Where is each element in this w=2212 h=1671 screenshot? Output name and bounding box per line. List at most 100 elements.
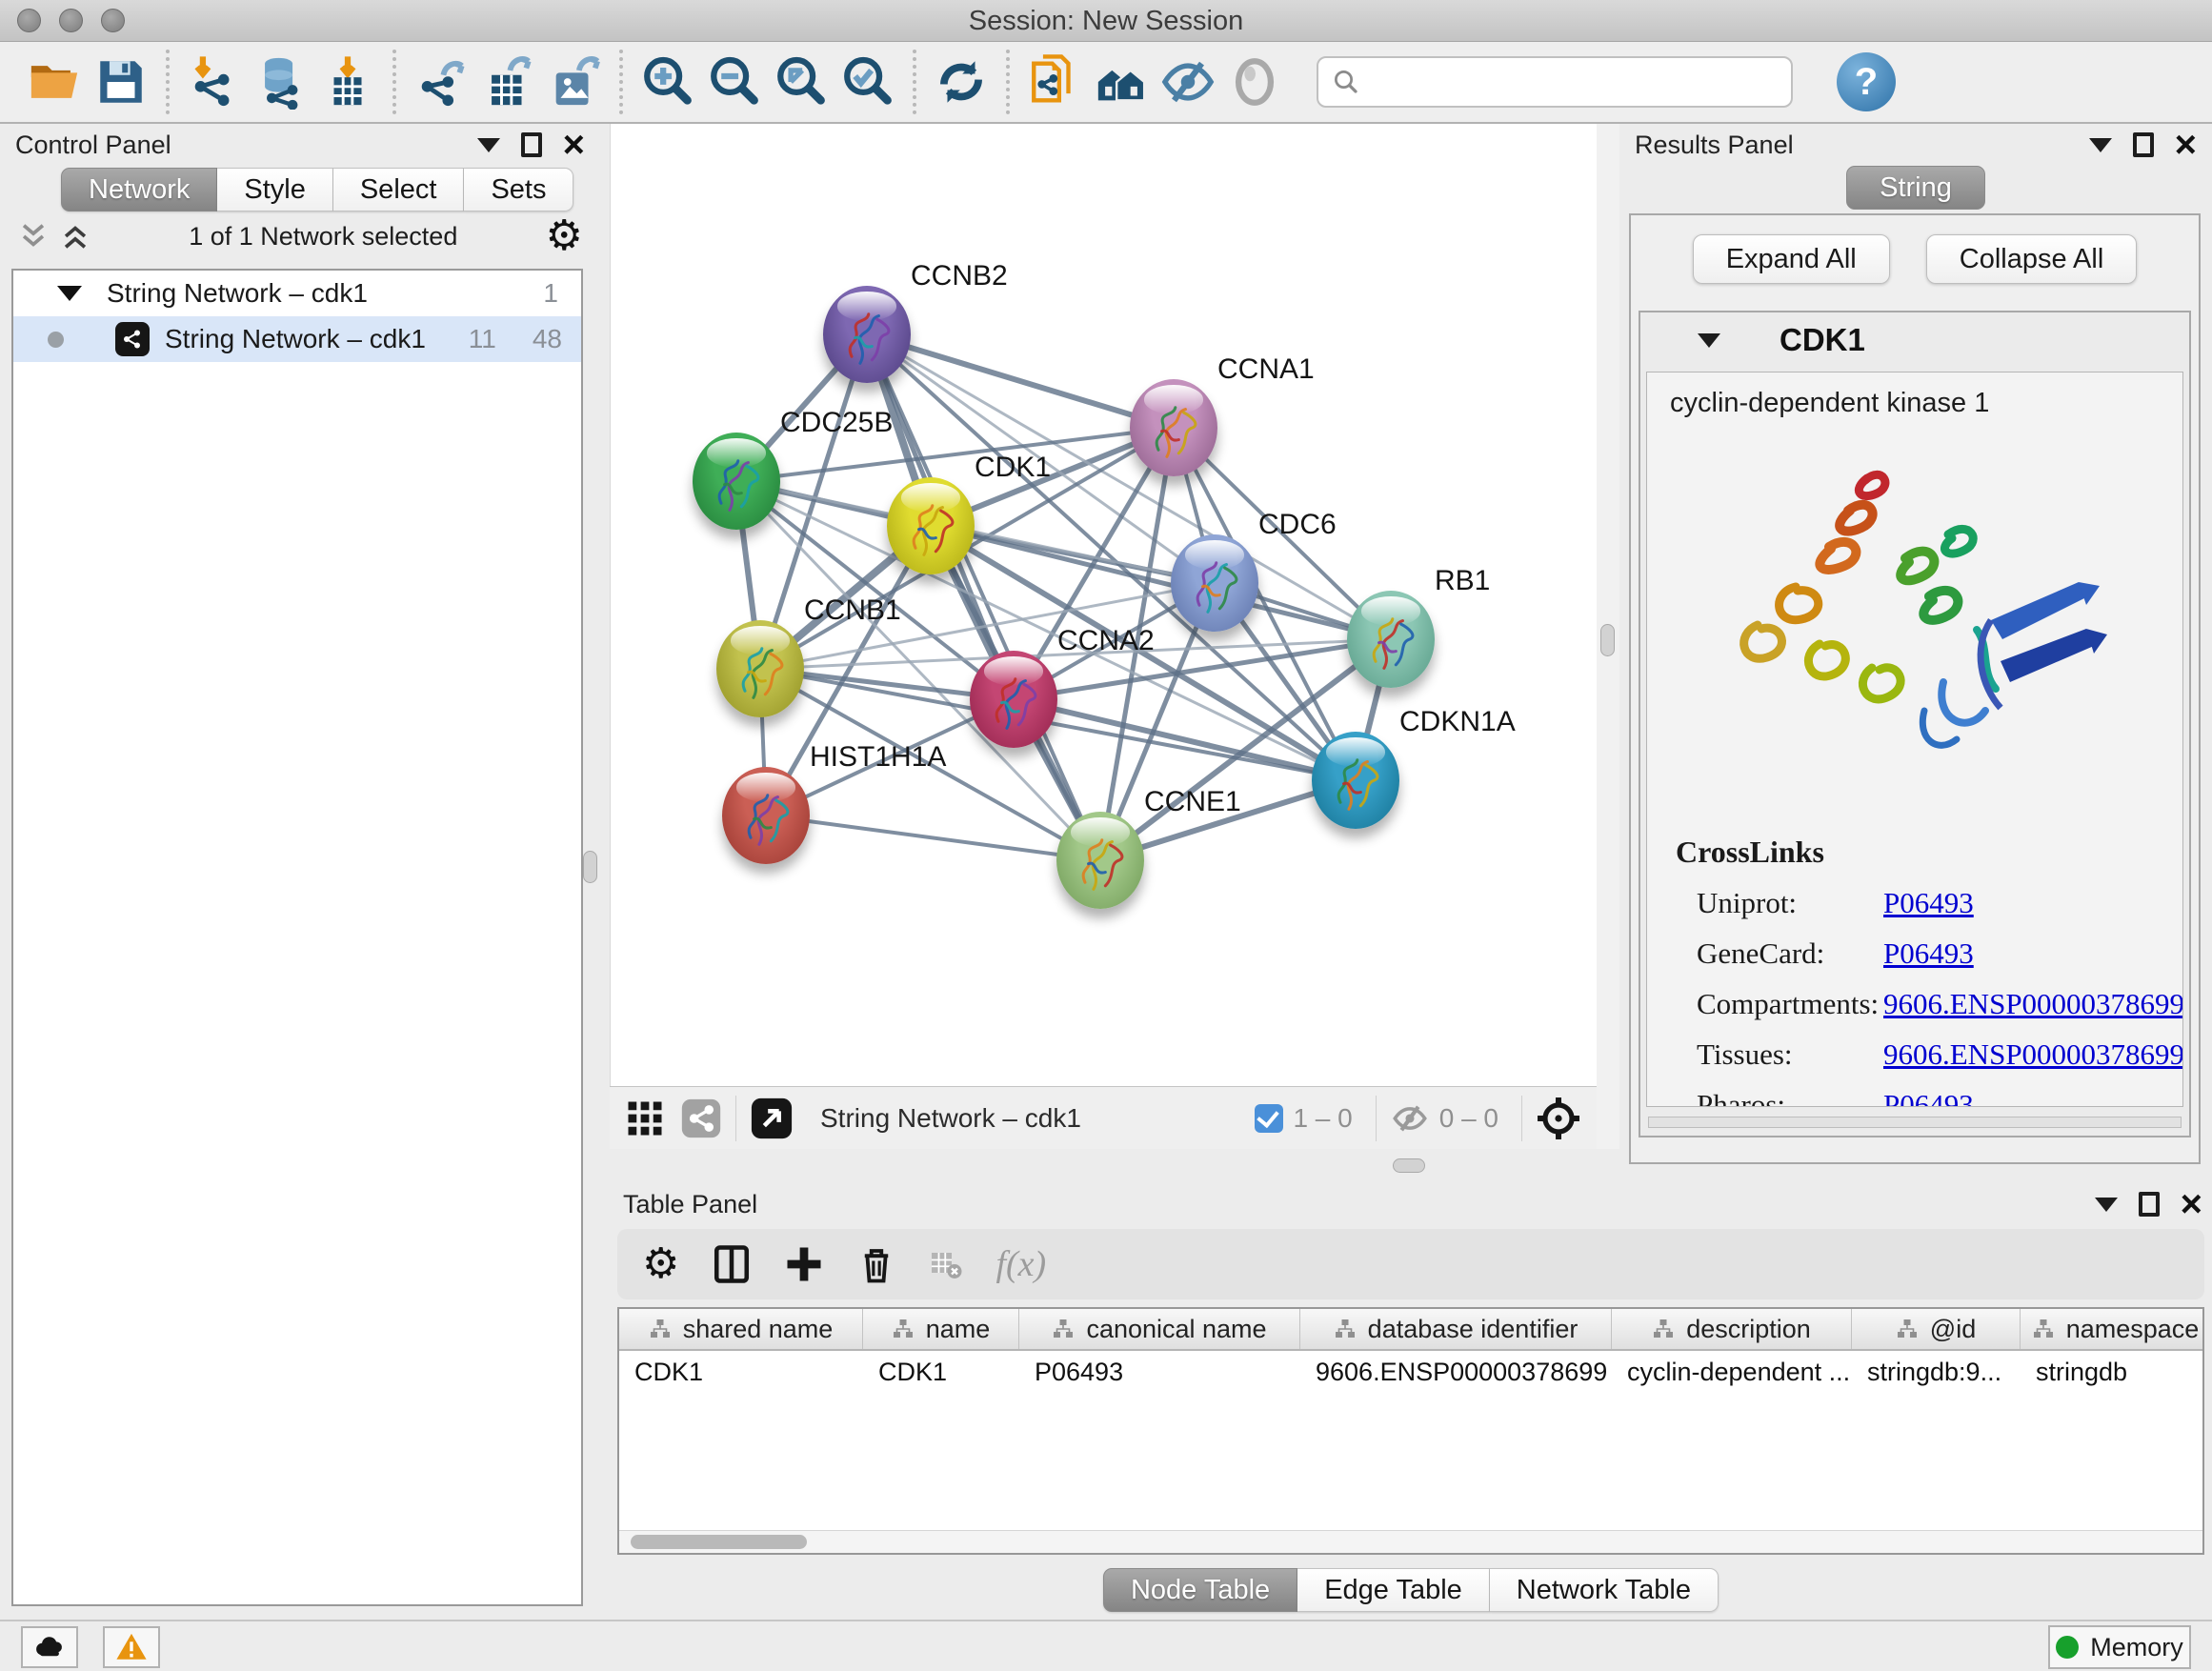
toolbar-search[interactable] [1317,56,1793,108]
network-node-CCNE1[interactable] [1056,812,1144,909]
results-scroll-strip[interactable] [1648,1117,2182,1128]
right-splitter-handle[interactable] [1600,624,1615,656]
protein-section-header[interactable]: CDK1 [1640,312,2189,368]
network-options-gear-icon[interactable]: ⚙ [546,215,583,257]
table-options-gear-icon[interactable]: ⚙ [642,1243,679,1285]
crosslink-value-link[interactable]: P06493 [1883,886,1974,920]
crosslink-value-link[interactable]: P06493 [1883,1088,1974,1107]
network-canvas[interactable]: CCNB2CCNA1CDC25BCDK1CDC6RB1CCNB1CCNA2CDK… [610,124,1597,1086]
tab-node-table[interactable]: Node Table [1103,1568,1297,1612]
network-node-CDC6[interactable] [1171,534,1258,632]
panel-float-icon[interactable] [2133,132,2154,157]
bottom-splitter-handle[interactable] [1393,1158,1425,1173]
network-node-CDKN1A[interactable] [1312,732,1399,829]
expand-all-button[interactable]: Expand All [1693,234,1890,284]
tab-string[interactable]: String [1846,166,1985,210]
panel-float-icon[interactable] [521,132,542,157]
panel-close-icon[interactable]: × [563,132,585,157]
column-header-shared-name[interactable]: shared name [619,1309,863,1349]
help-button[interactable]: ? [1837,52,1896,111]
panel-close-icon[interactable]: × [2181,1192,2202,1217]
import-table-button[interactable] [314,48,381,116]
hidden-eye-icon[interactable] [1390,1098,1430,1138]
table-cell: P06493 [1019,1351,1300,1393]
show-columns-icon[interactable] [712,1244,752,1284]
import-network-button[interactable] [181,48,248,116]
warnings-button[interactable] [103,1626,160,1668]
panel-menu-icon[interactable] [2089,138,2112,152]
show-graphics-button[interactable] [1221,48,1288,116]
export-network-button[interactable] [408,48,474,116]
crosslink-value-link[interactable]: P06493 [1883,936,1974,971]
save-session-button[interactable] [88,48,154,116]
expand-all-icon[interactable] [59,220,91,252]
network-node-CDK1[interactable] [887,477,975,574]
apply-layout-button[interactable] [928,48,995,116]
search-input[interactable] [1370,68,1778,97]
column-header-namespace[interactable]: namespace [2021,1309,2204,1349]
export-table-button[interactable] [474,48,541,116]
crosslink-value-link[interactable]: 9606.ENSP00000378699 [1883,987,2183,1021]
panel-menu-icon[interactable] [477,138,500,152]
table-row[interactable]: CDK1CDK1P064939606.ENSP00000378699cyclin… [619,1351,2202,1393]
import-network-from-database-button[interactable] [248,48,314,116]
scrollbar-thumb[interactable] [631,1535,807,1549]
column-header-canonical-name[interactable]: canonical name [1019,1309,1300,1349]
network-node-RB1[interactable] [1347,591,1435,688]
tab-style[interactable]: Style [217,168,332,211]
panel-menu-icon[interactable] [2095,1198,2118,1212]
left-splitter-handle[interactable] [583,851,597,883]
network-node-HIST1H1A[interactable] [722,767,810,864]
tab-network-table[interactable]: Network Table [1490,1568,1719,1612]
export-image-button[interactable] [541,48,608,116]
table-horizontal-scrollbar[interactable] [619,1530,2202,1553]
node-count: 11 [469,324,496,354]
panel-float-icon[interactable] [2139,1192,2160,1217]
tab-network[interactable]: Network [61,168,217,211]
network-node-CCNB1[interactable] [716,620,804,717]
network-share-icon[interactable] [680,1097,722,1139]
section-collapse-icon[interactable] [1698,333,1720,348]
network-node-CCNA2[interactable] [970,651,1057,748]
delete-column-icon[interactable] [856,1244,896,1284]
network-node-CDC25B[interactable] [693,433,780,530]
birdseye-grid-icon[interactable] [625,1098,665,1138]
zoom-in-button[interactable] [634,48,701,116]
open-in-window-icon[interactable] [750,1097,794,1140]
memory-button[interactable]: Memory [2048,1625,2191,1669]
network-edge-CCNB2-CCNA1[interactable] [867,334,1174,428]
selected-checkbox-icon[interactable] [1255,1104,1283,1133]
column-header-name[interactable]: name [863,1309,1019,1349]
column-header-description[interactable]: description [1612,1309,1852,1349]
clone-network-button[interactable] [1021,48,1088,116]
node-structure-thumbnail [724,632,796,708]
network-edge-CCNB2-CCNE1[interactable] [867,334,1100,860]
cloud-status-button[interactable] [21,1626,78,1668]
network-row[interactable]: String Network – cdk1 11 48 [13,316,581,362]
add-column-icon[interactable] [784,1244,824,1284]
string-results-container: Expand All Collapse All CDK1 cyclin-depe… [1629,213,2201,1164]
tree-caret-icon[interactable] [57,286,82,301]
tab-edge-table[interactable]: Edge Table [1297,1568,1490,1612]
column-type-icon [1652,1318,1675,1340]
crosshair-icon[interactable] [1536,1096,1581,1141]
network-collection-row[interactable]: String Network – cdk1 1 [13,271,581,316]
control-panel-tabs: NetworkStyleSelectSets [61,168,600,211]
hide-graphics-button[interactable] [1155,48,1221,116]
column-header-@id[interactable]: @id [1852,1309,2021,1349]
collapse-all-icon[interactable] [17,220,50,252]
column-header-database-identifier[interactable]: database identifier [1300,1309,1612,1349]
tab-select[interactable]: Select [333,168,465,211]
zoom-out-button[interactable] [701,48,768,116]
network-node-CCNA1[interactable] [1130,379,1217,476]
open-session-button[interactable] [21,48,88,116]
crosslink-value-link[interactable]: 9606.ENSP00000378699 [1883,1037,2183,1072]
zoom-fit-button[interactable] [768,48,835,116]
session-home-button[interactable] [1088,48,1155,116]
panel-close-icon[interactable]: × [2175,132,2197,157]
tab-sets[interactable]: Sets [464,168,573,211]
network-edge-CCNE1-HIST1H1A[interactable] [766,815,1100,860]
collapse-all-button[interactable]: Collapse All [1926,234,2138,284]
zoom-selected-button[interactable] [835,48,901,116]
network-node-CCNB2[interactable] [823,286,911,383]
